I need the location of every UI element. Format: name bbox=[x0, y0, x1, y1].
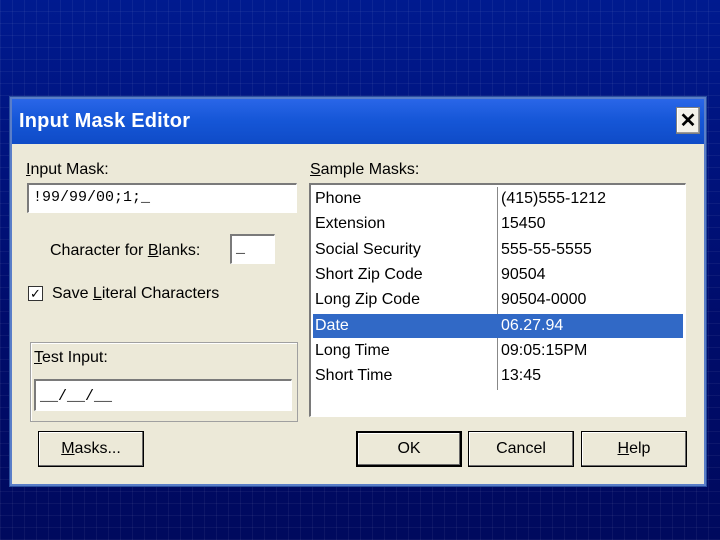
list-item[interactable]: Long Zip Code 90504-0000 bbox=[313, 288, 683, 312]
close-button[interactable]: ✕ bbox=[676, 107, 700, 134]
mask-example: 15450 bbox=[501, 215, 546, 233]
window-title: Input Mask Editor bbox=[19, 110, 191, 132]
mask-name: Long Time bbox=[315, 341, 390, 359]
mask-name: Long Zip Code bbox=[315, 291, 420, 309]
mask-example: 555-55-5555 bbox=[501, 240, 592, 258]
list-item[interactable]: Short Time 13:45 bbox=[313, 364, 683, 388]
list-item[interactable]: Phone (415)555-1212 bbox=[313, 187, 683, 211]
sample-masks-list[interactable]: Phone (415)555-1212 Extension 15450 Social S… bbox=[309, 183, 686, 417]
help-button[interactable]: Help bbox=[581, 431, 687, 467]
list-item[interactable]: Social Security 555-55-5555 bbox=[313, 238, 683, 262]
mask-example: 13:45 bbox=[501, 367, 542, 385]
mask-name: Extension bbox=[315, 215, 386, 233]
mask-example: (415)555-1212 bbox=[501, 190, 606, 207]
save-literal-checkbox[interactable]: ✓ bbox=[28, 286, 43, 301]
mask-name: Short Zip Code bbox=[315, 265, 423, 283]
mask-name: Short Time bbox=[315, 367, 393, 385]
blanks-label: Character for Blanks: bbox=[50, 242, 201, 259]
list-item[interactable]: Long Time 09:05:15PM bbox=[313, 339, 683, 363]
mask-example: 06.27.94 bbox=[501, 316, 564, 334]
list-item[interactable]: Short Zip Code 90504 bbox=[313, 263, 683, 287]
mask-name: Phone bbox=[315, 190, 362, 207]
list-item[interactable]: Extension 15450 bbox=[313, 212, 683, 236]
test-input-label: Test Input: bbox=[34, 349, 108, 366]
title-bar[interactable]: Input Mask Editor ✕ bbox=[12, 99, 704, 144]
mask-example: 90504-0000 bbox=[501, 291, 587, 309]
input-mask-editor-dialog: Input Mask Editor ✕ Input Mask: !99/99/0… bbox=[10, 97, 706, 486]
mask-example: 09:05:15PM bbox=[501, 341, 588, 359]
save-literal-label: Save Literal Characters bbox=[52, 285, 220, 302]
input-mask-field[interactable]: !99/99/00;1;_ bbox=[27, 183, 297, 213]
cancel-button[interactable]: Cancel bbox=[468, 431, 574, 467]
mask-example: 90504 bbox=[501, 265, 546, 283]
blanks-field[interactable]: _ bbox=[230, 234, 275, 264]
sample-masks-label: Sample Masks: bbox=[310, 161, 420, 178]
close-icon: ✕ bbox=[679, 110, 697, 132]
masks-button[interactable]: Masks... bbox=[38, 431, 144, 467]
list-item[interactable]: Date 06.27.94 bbox=[313, 313, 683, 338]
mask-name: Social Security bbox=[315, 240, 421, 258]
ok-button[interactable]: OK bbox=[356, 431, 462, 467]
test-input-field[interactable]: __/__/__ bbox=[34, 379, 292, 411]
input-mask-label: Input Mask: bbox=[26, 161, 109, 178]
mask-name: Date bbox=[315, 316, 349, 334]
